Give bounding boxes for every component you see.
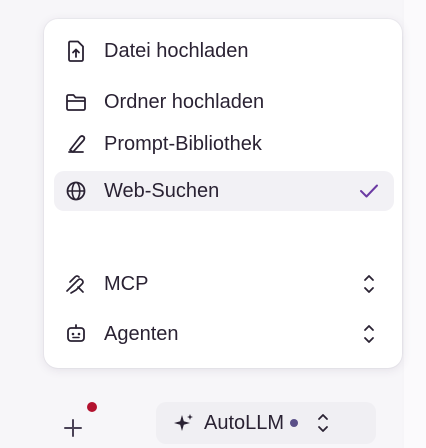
- notification-dot: [87, 402, 97, 412]
- menu-item-web-search[interactable]: Web-Suchen: [54, 171, 394, 211]
- menu-item-prompt-library[interactable]: Prompt-Bibliothek: [54, 124, 394, 164]
- globe-icon: [64, 179, 88, 203]
- add-attachment-button[interactable]: [58, 413, 88, 443]
- chevron-updown-icon: [318, 414, 328, 432]
- check-icon: [358, 177, 380, 205]
- menu-item-label: Datei hochladen: [104, 39, 249, 62]
- mcp-icon: [64, 272, 88, 296]
- attachment-menu-final: Datei hochladen Ordner hochladen Prompt-…: [44, 19, 402, 368]
- menu-item-label: Web-Suchen: [104, 179, 220, 202]
- menu-item-label: MCP: [104, 272, 149, 295]
- menu-item-folder-upload[interactable]: Ordner hochladen: [54, 82, 394, 122]
- model-name: AutoLLM: [204, 411, 285, 434]
- sparkle-icon: [174, 414, 193, 431]
- menu-item-label: Agenten: [104, 322, 179, 345]
- folder-icon: [64, 90, 88, 114]
- right-panel-edge: [404, 0, 426, 448]
- model-selector[interactable]: AutoLLM: [156, 402, 376, 444]
- chevron-updown-icon[interactable]: [358, 320, 380, 348]
- library-icon: [64, 132, 88, 156]
- chevron-updown-icon[interactable]: [358, 270, 380, 298]
- menu-item-label: Ordner hochladen: [104, 90, 265, 113]
- model-status-dot: [290, 419, 299, 427]
- file-upload-icon: [64, 39, 88, 63]
- menu-item-mcp[interactable]: MCP: [54, 264, 394, 304]
- agent-icon: [64, 322, 88, 346]
- menu-item-agents[interactable]: Agenten: [54, 314, 394, 354]
- plus-icon: [64, 419, 82, 437]
- menu-item-label: Prompt-Bibliothek: [104, 132, 262, 155]
- menu-item-file-upload[interactable]: Datei hochladen: [54, 31, 394, 71]
